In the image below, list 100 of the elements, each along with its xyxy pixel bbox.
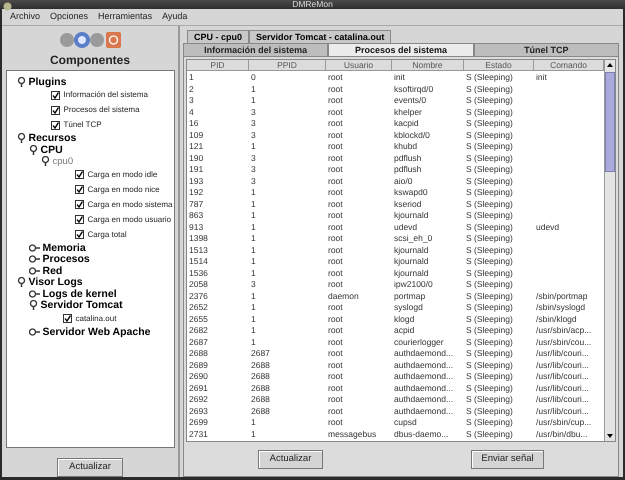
table-cell: S (Sleeping) bbox=[466, 336, 513, 346]
tree-node-label[interactable]: Servidor Web Apache bbox=[42, 326, 150, 337]
table-cell: root bbox=[328, 417, 343, 427]
table-cell: S (Sleeping) bbox=[466, 72, 513, 82]
table-cell: root bbox=[328, 394, 343, 404]
collapsed-handle-icon[interactable] bbox=[28, 328, 40, 336]
table-cell: /sbin/portmap bbox=[536, 290, 588, 300]
table-cell: authdaemond... bbox=[394, 406, 454, 416]
table-cell: S (Sleeping) bbox=[466, 118, 513, 128]
expanded-handle-icon[interactable] bbox=[28, 300, 38, 310]
tree-node-label[interactable]: CPU bbox=[40, 144, 63, 155]
column-header[interactable]: PPID bbox=[249, 60, 326, 71]
tree-node-label[interactable]: Logs de kernel bbox=[42, 288, 117, 299]
table-cell: klogd bbox=[394, 314, 414, 324]
tree-node-label[interactable]: cpu0 bbox=[52, 156, 74, 166]
table-cell: 2688 bbox=[251, 371, 270, 381]
table-cell: root bbox=[328, 106, 343, 116]
tab[interactable]: Servidor Tomcat - catalina.out bbox=[249, 30, 392, 43]
table-cell: 2 bbox=[189, 84, 194, 94]
collapsed-handle-icon[interactable] bbox=[28, 255, 40, 264]
table-cell: root bbox=[328, 233, 343, 243]
table-cell: 1 bbox=[251, 198, 256, 208]
tree-leaf-label: Carga en modo sistema bbox=[88, 200, 172, 208]
checkbox[interactable] bbox=[50, 106, 60, 114]
checkbox[interactable] bbox=[74, 215, 84, 224]
collapsed-handle-icon[interactable] bbox=[28, 290, 40, 298]
table-cell: root bbox=[328, 72, 343, 82]
table-cell: S (Sleeping) bbox=[466, 176, 513, 186]
table-cell: khelper bbox=[394, 106, 422, 116]
tab[interactable]: Procesos del sistema bbox=[328, 43, 474, 56]
table-cell: S (Sleeping) bbox=[466, 290, 513, 300]
table-cell: root bbox=[328, 336, 343, 346]
tree-leaf-label: Carga en modo nice bbox=[88, 186, 160, 194]
scroll-thumb[interactable] bbox=[605, 72, 615, 172]
expanded-handle-icon[interactable] bbox=[16, 76, 26, 87]
menu-item[interactable]: Ayuda bbox=[162, 10, 188, 24]
checkbox[interactable] bbox=[74, 170, 84, 179]
table-cell: 1 bbox=[251, 233, 256, 243]
table-cell: 1 bbox=[251, 290, 256, 300]
column-header[interactable]: Estado bbox=[464, 60, 534, 71]
window-menu-icon[interactable] bbox=[3, 2, 12, 11]
tree-leaf-label: Carga total bbox=[88, 230, 127, 238]
tab[interactable]: Información del sistema bbox=[183, 43, 328, 56]
table-cell: 2687 bbox=[189, 336, 208, 346]
tree-node-label[interactable]: Plugins bbox=[28, 76, 66, 87]
action-button[interactable]: Actualizar bbox=[258, 450, 323, 468]
expanded-handle-icon[interactable] bbox=[16, 133, 26, 144]
table-cell: kacpid bbox=[394, 118, 419, 128]
expanded-handle-icon[interactable] bbox=[28, 144, 38, 155]
table-cell: 1 bbox=[251, 244, 256, 254]
table-cell: 3 bbox=[251, 130, 256, 140]
table-cell: 2688 bbox=[189, 348, 208, 358]
table-cell: 2688 bbox=[251, 394, 270, 404]
table-cell: root bbox=[328, 279, 343, 289]
window-title: DMReMon bbox=[292, 0, 333, 9]
column-header[interactable]: PID bbox=[187, 60, 249, 71]
checkbox[interactable] bbox=[50, 90, 60, 100]
table-cell: 1 bbox=[251, 325, 256, 335]
tree-node-label[interactable]: Recursos bbox=[28, 133, 76, 144]
table-cell: 1 bbox=[189, 72, 194, 82]
checkbox[interactable] bbox=[50, 120, 60, 130]
table-cell: ksoftirqd/0 bbox=[394, 84, 434, 94]
menu-item[interactable]: Opciones bbox=[50, 10, 88, 24]
action-button[interactable]: Enviar señal bbox=[471, 450, 544, 468]
table-cell: 1 bbox=[251, 95, 256, 105]
table-cell: 3 bbox=[251, 279, 256, 289]
table-cell: /usr/lib/couri... bbox=[536, 371, 589, 381]
column-header[interactable]: Comando bbox=[534, 60, 604, 71]
checkbox[interactable] bbox=[74, 230, 84, 239]
menu-item[interactable]: Herramientas bbox=[98, 10, 152, 24]
table-cell: 0 bbox=[251, 72, 256, 82]
checkbox[interactable] bbox=[62, 314, 72, 323]
expanded-handle-icon[interactable] bbox=[16, 277, 26, 288]
checkbox[interactable] bbox=[74, 185, 84, 194]
table-cell: 2058 bbox=[189, 279, 208, 289]
scrollbar[interactable] bbox=[604, 60, 615, 441]
table-cell: 3 bbox=[251, 118, 256, 128]
expanded-handle-icon[interactable] bbox=[40, 156, 50, 166]
tree-node-label[interactable]: Procesos bbox=[42, 254, 90, 264]
checkbox[interactable] bbox=[74, 200, 84, 209]
tree-node-label[interactable]: Visor Logs bbox=[28, 277, 83, 288]
table-cell: S (Sleeping) bbox=[466, 394, 513, 404]
column-header[interactable]: Usuario bbox=[326, 60, 392, 71]
tab[interactable]: Túnel TCP bbox=[474, 43, 619, 56]
action-button[interactable]: Actualizar bbox=[57, 458, 123, 477]
menu-item[interactable]: Archivo bbox=[10, 10, 40, 24]
tab[interactable]: CPU - cpu0 bbox=[187, 30, 250, 43]
table-cell: aio/0 bbox=[394, 176, 412, 186]
table-cell: kjournald bbox=[394, 268, 428, 278]
column-header[interactable]: Nombre bbox=[392, 60, 464, 71]
tree-node-label[interactable]: Red bbox=[42, 266, 62, 276]
table-cell: 1 bbox=[251, 222, 256, 232]
table-cell: S (Sleeping) bbox=[466, 187, 513, 197]
tree-leaf-label: Carga en modo usuario bbox=[88, 216, 172, 224]
collapsed-handle-icon[interactable] bbox=[28, 244, 40, 252]
table-cell: S (Sleeping) bbox=[466, 428, 513, 438]
tree-node-label[interactable]: Servidor Tomcat bbox=[40, 300, 123, 310]
table-cell: 2692 bbox=[189, 394, 208, 404]
tree-node-label[interactable]: Memoria bbox=[42, 242, 86, 253]
collapsed-handle-icon[interactable] bbox=[28, 266, 40, 275]
